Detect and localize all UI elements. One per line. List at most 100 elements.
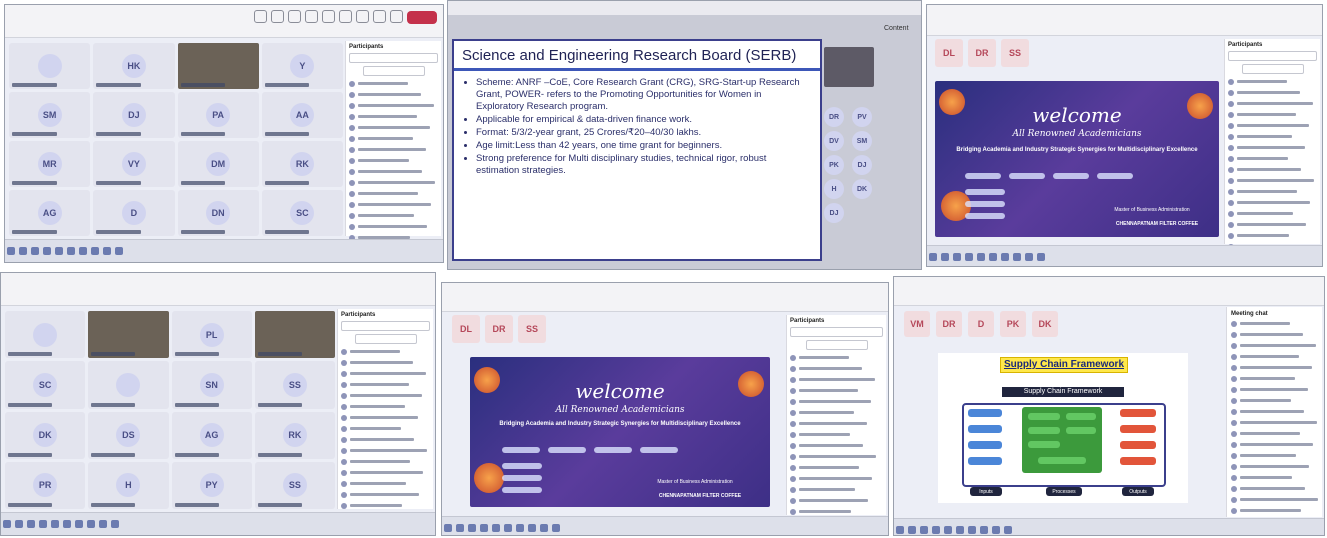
list-item[interactable] [1228, 177, 1317, 184]
list-item[interactable] [1231, 320, 1318, 327]
list-item[interactable] [341, 359, 430, 366]
chat-icon[interactable] [254, 10, 267, 23]
taskbar-app-icon[interactable] [444, 524, 452, 532]
list-item[interactable] [1228, 199, 1317, 206]
taskbar-app-icon[interactable] [63, 520, 71, 528]
participant-tile[interactable] [177, 43, 259, 89]
participant-avatar[interactable]: DR [824, 107, 844, 127]
list-item[interactable] [790, 475, 883, 482]
list-item[interactable] [349, 201, 438, 208]
taskbar-app-icon[interactable] [456, 524, 464, 532]
taskbar-app-icon[interactable] [980, 526, 988, 534]
react-icon[interactable] [305, 10, 318, 23]
participant-avatar[interactable]: SS [1001, 39, 1029, 67]
list-item[interactable] [349, 168, 438, 175]
participant-tile[interactable]: SC [5, 361, 86, 409]
taskbar-app-icon[interactable] [15, 520, 23, 528]
participant-avatar[interactable]: DJ [852, 155, 872, 175]
more-icon[interactable] [339, 10, 352, 23]
list-item[interactable] [1231, 441, 1318, 448]
taskbar-app-icon[interactable] [480, 524, 488, 532]
list-item[interactable] [349, 91, 438, 98]
list-item[interactable] [1228, 221, 1317, 228]
taskbar-app-icon[interactable] [51, 520, 59, 528]
participant-tile[interactable]: HK [93, 43, 175, 89]
list-item[interactable] [1231, 397, 1318, 404]
participant-tile[interactable]: PL [171, 311, 252, 359]
list-item[interactable] [1231, 485, 1318, 492]
list-item[interactable] [790, 442, 883, 449]
taskbar-app-icon[interactable] [977, 253, 985, 261]
list-item[interactable] [349, 80, 438, 87]
participant-tile[interactable]: AG [171, 411, 252, 459]
list-item[interactable] [341, 414, 430, 421]
list-item[interactable] [341, 447, 430, 454]
participant-tile[interactable]: DK [5, 411, 86, 459]
participant-avatar[interactable]: SS [518, 315, 546, 343]
list-item[interactable] [1228, 232, 1317, 239]
participant-tile[interactable]: PA [177, 92, 259, 138]
taskbar-app-icon[interactable] [944, 526, 952, 534]
taskbar-app-icon[interactable] [528, 524, 536, 532]
list-item[interactable] [790, 365, 883, 372]
participant-tile[interactable]: AA [261, 92, 343, 138]
taskbar-app-icon[interactable] [103, 247, 111, 255]
taskbar-app-icon[interactable] [992, 526, 1000, 534]
taskbar-app-icon[interactable] [1001, 253, 1009, 261]
participant-tile[interactable] [254, 311, 335, 359]
list-item[interactable] [1231, 419, 1318, 426]
list-item[interactable] [790, 354, 883, 361]
list-item[interactable] [341, 491, 430, 498]
list-item[interactable] [1231, 463, 1318, 470]
list-item[interactable] [1228, 166, 1317, 173]
participant-tile[interactable] [9, 43, 91, 89]
taskbar-app-icon[interactable] [67, 247, 75, 255]
list-item[interactable] [341, 535, 430, 536]
list-item[interactable] [790, 453, 883, 460]
list-item[interactable] [1231, 430, 1318, 437]
participant-avatar[interactable]: PK [1000, 311, 1026, 337]
taskbar-app-icon[interactable] [75, 520, 83, 528]
list-item[interactable] [341, 436, 430, 443]
list-item[interactable] [1231, 353, 1318, 360]
participant-tile[interactable]: SN [171, 361, 252, 409]
list-item[interactable] [790, 464, 883, 471]
list-item[interactable] [1228, 188, 1317, 195]
list-item[interactable] [341, 458, 430, 465]
taskbar-app-icon[interactable] [31, 247, 39, 255]
list-item[interactable] [349, 113, 438, 120]
list-item[interactable] [349, 190, 438, 197]
share-icon[interactable] [390, 10, 403, 23]
participant-avatar[interactable]: SM [852, 131, 872, 151]
list-item[interactable] [790, 431, 883, 438]
taskbar-app-icon[interactable] [27, 520, 35, 528]
participant-tile[interactable]: D [93, 190, 175, 236]
participant-tile[interactable]: SC [261, 190, 343, 236]
participant-tile[interactable]: SM [9, 92, 91, 138]
participant-search-input[interactable] [790, 327, 883, 337]
share-invite-button[interactable] [354, 334, 417, 344]
taskbar-app-icon[interactable] [989, 253, 997, 261]
taskbar-app-icon[interactable] [908, 526, 916, 534]
list-item[interactable] [790, 486, 883, 493]
taskbar-app-icon[interactable] [965, 253, 973, 261]
list-item[interactable] [341, 502, 430, 509]
participant-tile[interactable] [5, 311, 86, 359]
list-item[interactable] [1231, 364, 1318, 371]
participant-avatar[interactable]: PK [824, 155, 844, 175]
participant-tile[interactable] [88, 311, 169, 359]
share-invite-button[interactable] [805, 340, 868, 350]
share-invite-button[interactable] [362, 66, 425, 76]
list-item[interactable] [1228, 122, 1317, 129]
list-item[interactable] [790, 409, 883, 416]
list-item[interactable] [341, 480, 430, 487]
list-item[interactable] [341, 425, 430, 432]
participant-tile[interactable]: PY [171, 461, 252, 509]
taskbar-app-icon[interactable] [79, 247, 87, 255]
taskbar-app-icon[interactable] [504, 524, 512, 532]
participant-avatar[interactable]: DJ [824, 203, 844, 223]
taskbar-app-icon[interactable] [19, 247, 27, 255]
list-item[interactable] [1228, 78, 1317, 85]
list-item[interactable] [790, 376, 883, 383]
camera-icon[interactable] [356, 10, 369, 23]
